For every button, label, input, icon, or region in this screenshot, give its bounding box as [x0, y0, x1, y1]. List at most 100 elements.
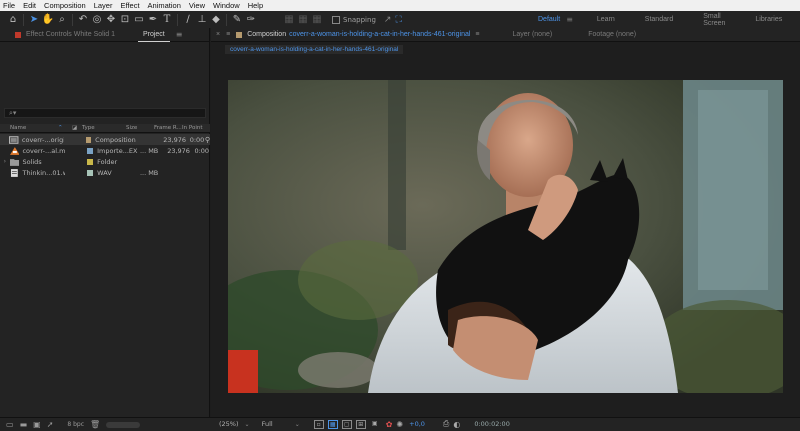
project-item-audio[interactable]: Thinkin...01.wav WAV ... MB: [0, 167, 210, 178]
tab-effect-controls[interactable]: Effect Controls White Solid 1: [0, 28, 120, 42]
color-channels-icon[interactable]: ✿: [386, 420, 393, 429]
pan-icon[interactable]: ✥: [104, 13, 118, 27]
guides-icon[interactable]: ⊞: [355, 419, 366, 429]
zoom-icon[interactable]: ⌕: [55, 13, 69, 27]
pen-icon[interactable]: ✒: [146, 13, 160, 27]
workspace-standard[interactable]: Standard: [645, 16, 673, 23]
thumbnail-size-slider[interactable]: [106, 421, 141, 428]
tab-composition[interactable]: × ≡ Composition coverr-a-woman-is-holdin…: [211, 31, 480, 38]
camera-orbit-icon[interactable]: ◎: [90, 13, 104, 27]
magnification-dropdown[interactable]: (25%) ⌄: [219, 420, 250, 428]
transparency-grid-icon[interactable]: ▦: [327, 419, 338, 429]
workspace-libraries[interactable]: Libraries: [755, 16, 782, 23]
tab-footage[interactable]: Footage (none): [588, 31, 636, 38]
label-swatch[interactable]: [87, 147, 94, 154]
world-axis-icon[interactable]: ▦: [296, 13, 310, 27]
label-swatch[interactable]: [85, 136, 92, 143]
folder-icon: [9, 158, 20, 166]
menu-composition[interactable]: Composition: [44, 1, 86, 10]
workspace-switcher: Default ≡ Learn Standard Small Screen Li…: [538, 11, 800, 28]
comp-breadcrumb[interactable]: coverr-a-woman-is-holding-a-cat-in-her-h…: [225, 45, 404, 54]
puppet-pin-icon[interactable]: ✑: [244, 13, 258, 27]
snap-icon[interactable]: ↗: [384, 15, 392, 25]
video-file-icon: [9, 146, 20, 155]
label-swatch[interactable]: [87, 169, 94, 176]
item-name: coverr-...original: [21, 135, 64, 144]
panel-menu-icon[interactable]: ≡: [176, 30, 183, 39]
project-item-comp[interactable]: coverr-...original Composition 23,976 0:…: [0, 134, 210, 145]
bit-depth-button[interactable]: 8 bpc: [67, 421, 84, 428]
item-type: Folder: [97, 157, 118, 166]
fast-previews-icon[interactable]: ▫: [313, 419, 324, 429]
item-type: Importe...EX: [97, 146, 138, 155]
resolution-value: Full: [261, 420, 273, 428]
menu-file[interactable]: File: [3, 1, 15, 10]
menu-animation[interactable]: Animation: [148, 1, 181, 10]
project-search-input[interactable]: ⌕▾: [4, 108, 206, 118]
project-item-video[interactable]: coverr-...al.mp4 Importe...EX ... MB 23,…: [0, 145, 210, 156]
interpret-footage-icon[interactable]: ▭: [6, 420, 14, 429]
workspace-default[interactable]: Default: [538, 16, 560, 23]
type-icon[interactable]: T: [160, 13, 174, 27]
project-settings-icon[interactable]: ➚: [47, 420, 54, 429]
trash-icon[interactable]: 🗑: [90, 420, 100, 429]
exposure-value[interactable]: +0,0: [409, 420, 425, 428]
rotate-icon[interactable]: ↶: [76, 13, 90, 27]
workspace-small-screen[interactable]: Small Screen: [703, 13, 725, 27]
tab-menu-icon[interactable]: ≡: [226, 31, 230, 38]
show-snapshot-icon[interactable]: ◐: [453, 420, 460, 429]
column-frame-rate[interactable]: Frame R...: [154, 125, 182, 131]
label-swatch[interactable]: [87, 158, 94, 165]
selection-arrow-icon[interactable]: ➤: [27, 13, 41, 27]
tab-project[interactable]: Project: [137, 28, 170, 42]
snapping-checkbox[interactable]: [332, 15, 340, 24]
composition-panel: × ≡ Composition coverr-a-woman-is-holdin…: [211, 28, 800, 417]
toolbar-divider: [177, 13, 178, 26]
eraser-icon[interactable]: ◆: [209, 13, 223, 27]
close-icon[interactable]: ×: [216, 31, 220, 38]
column-in-point[interactable]: In Point: [182, 125, 206, 131]
roto-brush-icon[interactable]: ✎: [230, 13, 244, 27]
new-composition-icon[interactable]: ▣: [33, 420, 41, 429]
hand-icon[interactable]: ✋: [41, 13, 55, 27]
exposure-reset-icon[interactable]: ✺: [396, 420, 403, 429]
snap-target-icon[interactable]: ⛶: [395, 15, 401, 25]
chevron-down-icon: ⌄: [294, 420, 300, 428]
brush-icon[interactable]: ∕: [181, 13, 195, 27]
column-size[interactable]: Size: [126, 125, 154, 131]
video-frame-image: [228, 80, 783, 393]
tab-composition-label: Composition: [247, 31, 287, 38]
menu-effect[interactable]: Effect: [120, 1, 139, 10]
clone-stamp-icon[interactable]: ⊥: [195, 13, 209, 27]
home-icon[interactable]: ⌂: [6, 13, 20, 27]
rectangle-icon[interactable]: ▭: [132, 13, 146, 27]
column-name[interactable]: Name: [10, 125, 58, 131]
tab-layer[interactable]: Layer (none): [513, 31, 553, 38]
menu-edit[interactable]: Edit: [23, 1, 36, 10]
menu-view[interactable]: View: [189, 1, 205, 10]
menu-layer[interactable]: Layer: [94, 1, 113, 10]
menu-window[interactable]: Window: [213, 1, 240, 10]
menu-help[interactable]: Help: [248, 1, 263, 10]
tab-options-icon[interactable]: ≡: [475, 31, 479, 38]
column-type[interactable]: Type: [82, 125, 126, 131]
project-item-folder[interactable]: › Solids Folder: [0, 156, 210, 167]
pan-behind-icon[interactable]: ⊡: [118, 13, 132, 27]
view-axis-icon[interactable]: ▦: [310, 13, 324, 27]
local-axis-icon[interactable]: ▦: [282, 13, 296, 27]
composition-viewer[interactable]: [228, 80, 783, 393]
3d-view-icon[interactable]: ▣: [370, 420, 380, 429]
new-folder-icon[interactable]: ▬: [20, 420, 28, 429]
expand-chevron-icon[interactable]: ›: [0, 158, 10, 165]
workspace-learn[interactable]: Learn: [597, 16, 615, 23]
sort-icon[interactable]: ⌃: [58, 125, 72, 131]
resolution-dropdown[interactable]: Full ⌄: [262, 420, 300, 428]
snapping-toggle[interactable]: Snapping ↗ ⛶: [332, 15, 402, 25]
snapshot-camera-icon[interactable]: ⎙: [443, 419, 449, 429]
flowchart-icon[interactable]: ⚲: [205, 136, 210, 144]
solid-color-icon: [15, 31, 21, 38]
workspace-menu-icon[interactable]: ≡: [566, 15, 573, 24]
mask-visibility-icon[interactable]: ▢: [341, 419, 352, 429]
current-time-display[interactable]: 0:00:02:00: [474, 420, 510, 428]
tab-project-label: Project: [142, 30, 165, 38]
